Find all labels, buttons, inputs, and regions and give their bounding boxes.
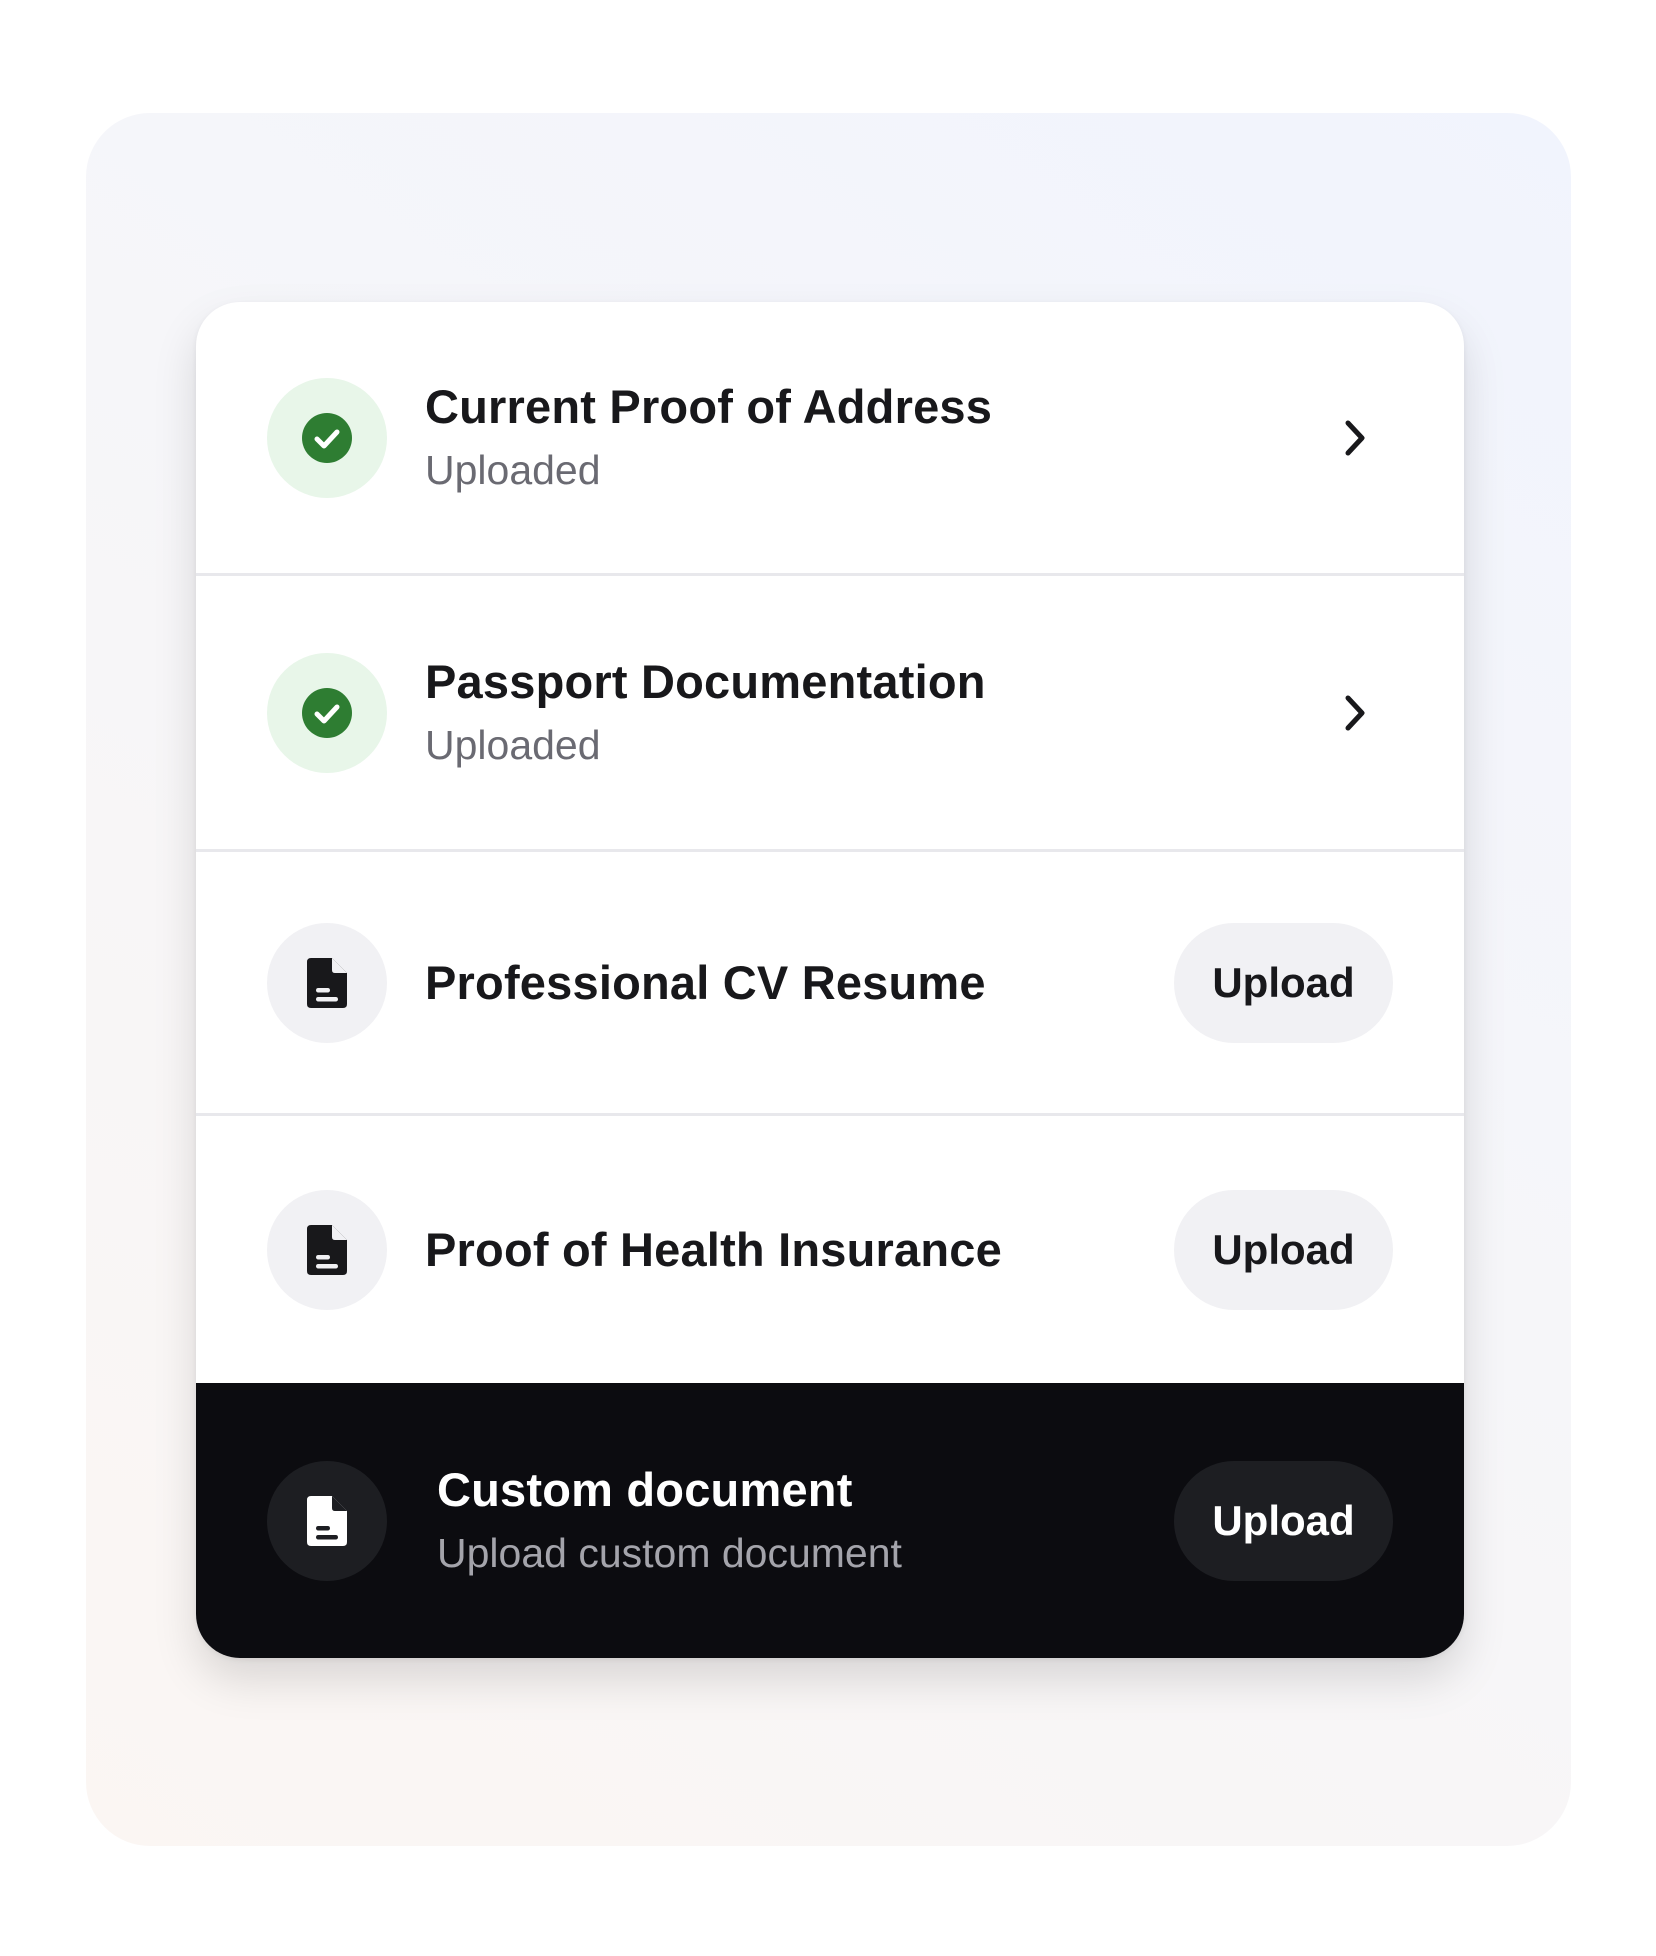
- chevron-right-icon[interactable]: [1335, 418, 1375, 458]
- document-description: Upload custom document: [437, 1529, 902, 1576]
- document-title: Passport Documentation: [425, 654, 986, 708]
- document-title: Professional CV Resume: [425, 955, 986, 1009]
- upload-button[interactable]: Upload: [1174, 922, 1393, 1043]
- document-icon: [267, 1189, 387, 1310]
- custom-document-row: Custom document Upload custom document U…: [196, 1383, 1464, 1658]
- documents-card: Current Proof of Address Uploaded Passpo…: [196, 302, 1464, 1658]
- document-text: Proof of Health Insurance: [425, 1221, 1174, 1279]
- document-title: Proof of Health Insurance: [425, 1222, 1002, 1276]
- document-text: Custom document Upload custom document: [437, 1461, 1174, 1581]
- document-title: Current Proof of Address: [425, 379, 993, 433]
- document-icon: [267, 1460, 387, 1581]
- document-text: Passport Documentation Uploaded: [425, 653, 1335, 773]
- document-row-passport[interactable]: Passport Documentation Uploaded: [196, 576, 1464, 852]
- document-row-health-insurance: Proof of Health Insurance Upload: [196, 1116, 1464, 1383]
- document-status: Uploaded: [425, 446, 601, 493]
- document-row-proof-of-address[interactable]: Current Proof of Address Uploaded: [196, 302, 1464, 576]
- document-row-cv-resume: Professional CV Resume Upload: [196, 852, 1464, 1116]
- chevron-right-icon[interactable]: [1335, 693, 1375, 733]
- upload-button[interactable]: Upload: [1174, 1460, 1393, 1581]
- document-status: Uploaded: [425, 721, 601, 768]
- check-circle-icon: [267, 652, 387, 773]
- document-icon: [267, 922, 387, 1043]
- document-text: Professional CV Resume: [425, 954, 1174, 1012]
- document-text: Current Proof of Address Uploaded: [425, 378, 1335, 498]
- upload-button[interactable]: Upload: [1174, 1189, 1393, 1310]
- check-circle-icon: [267, 377, 387, 498]
- document-title: Custom document: [437, 1462, 853, 1516]
